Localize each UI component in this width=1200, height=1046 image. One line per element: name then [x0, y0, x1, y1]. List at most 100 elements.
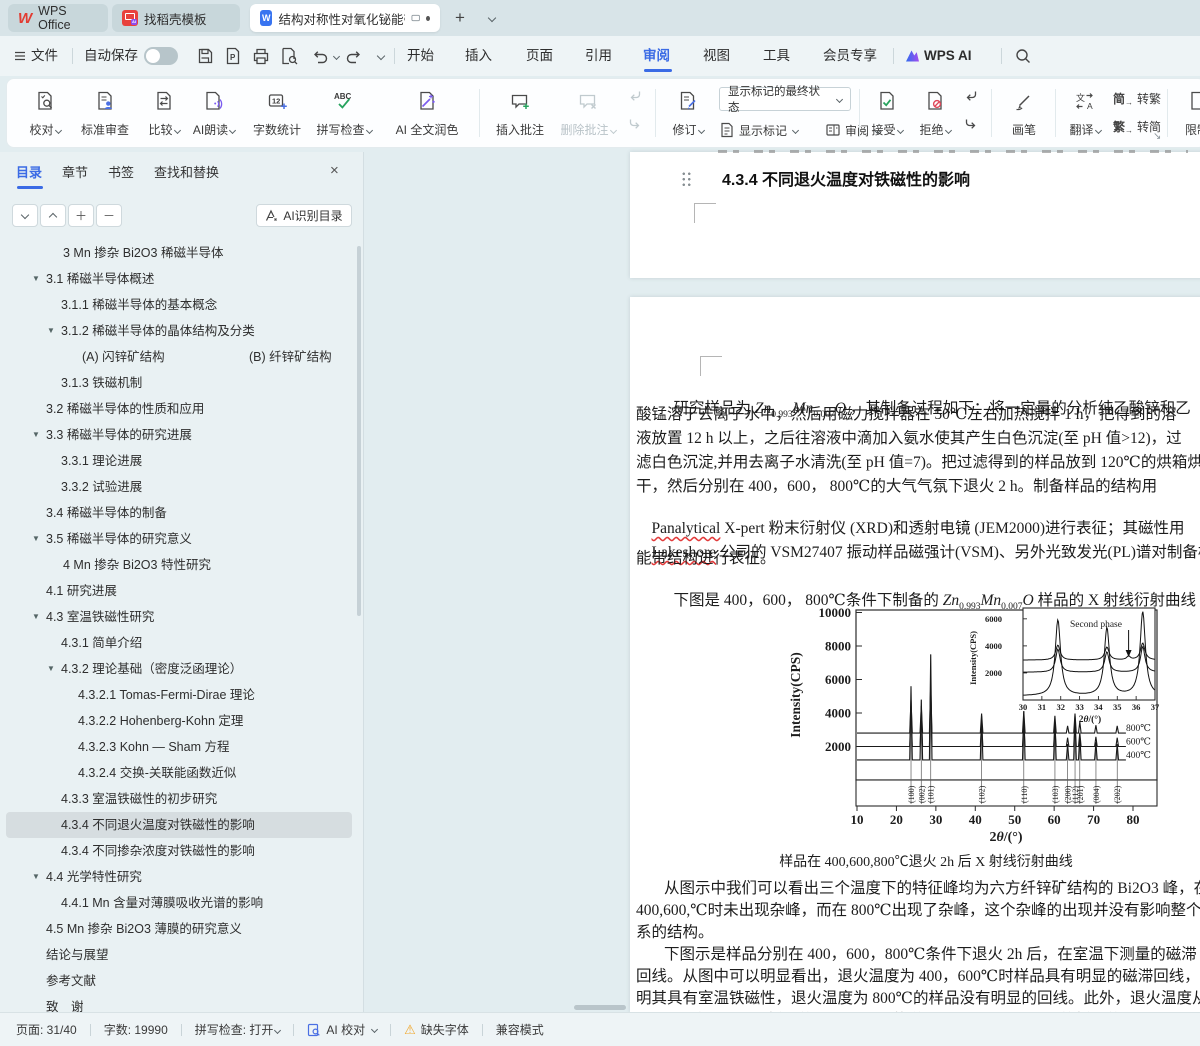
- toc-item[interactable]: ▼3.3 稀磁半导体的研究进展: [6, 422, 352, 448]
- ai-read-button[interactable]: AI朗读: [183, 83, 245, 145]
- tab-sections[interactable]: 章节: [62, 162, 88, 184]
- missing-font-warning[interactable]: ⚠ 缺失字体: [404, 1021, 469, 1038]
- tab-docer-templates[interactable]: AI 找稻壳模板: [112, 4, 240, 32]
- proofread-button[interactable]: 校对: [21, 83, 69, 145]
- collapse-arrow-icon[interactable]: ▼: [47, 656, 55, 682]
- body-line[interactable]: 系的结构。: [636, 920, 714, 942]
- toc-item[interactable]: ▼4.3 室温铁磁性研究: [6, 604, 352, 630]
- expand-all-button[interactable]: [40, 204, 66, 227]
- undo-icon[interactable]: [310, 47, 328, 65]
- toc-item[interactable]: 4.3.4 不同退火温度对铁磁性的影响: [6, 812, 352, 838]
- track-changes-button[interactable]: 修订: [663, 83, 713, 145]
- toc-item[interactable]: (A) 闪锌矿结构(B) 纤锌矿结构: [6, 344, 352, 370]
- toc-item[interactable]: 3.3.2 试验进展: [6, 474, 352, 500]
- group-expand-icon[interactable]: ↘: [1153, 131, 1161, 142]
- body-line[interactable]: 干，然后分别在 400，600， 800℃的大气气氛下退火 2 h。制备样品的结…: [636, 474, 1157, 496]
- toc-item[interactable]: 4.3.1 简单介绍: [6, 630, 352, 656]
- simplified-to-traditional-button[interactable]: 简→ 转繁: [1113, 85, 1161, 111]
- sidebar-scrollbar[interactable]: [357, 246, 361, 616]
- ai-polish-button[interactable]: AI 全文润色: [381, 83, 473, 145]
- toc-item[interactable]: 3.1.3 铁磁机制: [6, 370, 352, 396]
- zoom-in-toc-button[interactable]: ＋: [68, 204, 94, 227]
- menu-page[interactable]: 页面: [526, 36, 553, 76]
- body-line[interactable]: 从图示中我们可以看出三个温度下的特征峰均为六方纤锌矿结构的 Bi2O3 峰，在: [664, 876, 1200, 898]
- previous-comment-button[interactable]: [623, 85, 647, 107]
- toc-item[interactable]: 4.3.2.2 Hohenberg-Kohn 定理: [6, 708, 352, 734]
- collapse-all-button[interactable]: [12, 204, 38, 227]
- paragraph-drag-handle[interactable]: [681, 171, 692, 188]
- toc-item[interactable]: 4.3.2.1 Tomas-Fermi-Dirae 理论: [6, 682, 352, 708]
- undo-dropdown-icon[interactable]: [333, 53, 340, 60]
- restrict-edit-button[interactable]: 限制编辑: [1173, 83, 1200, 145]
- menu-reference[interactable]: 引用: [585, 36, 612, 76]
- zoom-out-toc-button[interactable]: －: [96, 204, 122, 227]
- body-line[interactable]: 能带结构进行表征。: [636, 546, 776, 568]
- toc-item[interactable]: 3.4 稀磁半导体的制备: [6, 500, 352, 526]
- menu-tools[interactable]: 工具: [763, 36, 790, 76]
- tab-contents[interactable]: 目录: [16, 162, 42, 184]
- toc-item[interactable]: ▼3.5 稀磁半导体的研究意义: [6, 526, 352, 552]
- insert-comment-button[interactable]: 插入批注: [489, 83, 551, 145]
- collapse-arrow-icon[interactable]: ▼: [32, 266, 40, 292]
- reading-mode-icon[interactable]: [411, 12, 420, 24]
- toc-item[interactable]: ▼4.3.2 理论基础（密度泛函理论）: [6, 656, 352, 682]
- toc-item[interactable]: 3.1.1 稀磁半导体的基本概念: [6, 292, 352, 318]
- collapse-arrow-icon[interactable]: ▼: [32, 864, 40, 890]
- toc-item[interactable]: 3 Mn 掺杂 Bi2O3 稀磁半导体: [6, 240, 352, 266]
- next-comment-button[interactable]: [623, 113, 647, 135]
- spell-check-button[interactable]: ABC 拼写检查: [309, 83, 379, 145]
- new-tab-button[interactable]: +: [448, 6, 472, 30]
- file-menu[interactable]: 文件: [14, 36, 58, 76]
- horizontal-scrollbar-thumb[interactable]: [574, 1005, 626, 1010]
- body-line[interactable]: 下图示是样品分别在 400，600，800℃条件下退火 2h 后，在室温下测量的…: [664, 942, 1197, 964]
- markup-state-select[interactable]: 显示标记的最终状态: [719, 87, 851, 111]
- menu-insert[interactable]: 插入: [465, 36, 492, 76]
- export-pdf-icon[interactable]: P: [224, 47, 242, 65]
- tab-wps-office[interactable]: W WPS Office: [8, 4, 108, 32]
- toc-item[interactable]: ▼4.4 光学特性研究: [6, 864, 352, 890]
- toc-item[interactable]: 4 Mn 掺杂 Bi2O3 特性研究: [6, 552, 352, 578]
- toc-item[interactable]: 致 谢: [6, 994, 352, 1012]
- toc-item[interactable]: ▼3.1 稀磁半导体概述: [6, 266, 352, 292]
- tab-find-replace[interactable]: 查找和替换: [154, 162, 219, 184]
- delete-comment-button[interactable]: 删除批注: [555, 83, 621, 145]
- search-icon[interactable]: [1014, 47, 1032, 65]
- toc-item[interactable]: 4.3.4 不同掺杂浓度对铁磁性的影响: [6, 838, 352, 864]
- menu-member[interactable]: 会员专享: [823, 36, 877, 76]
- ai-catalog-button[interactable]: AI识别目录: [256, 204, 352, 227]
- toc-item[interactable]: 参考文献: [6, 968, 352, 994]
- toc-item[interactable]: ▼3.1.2 稀磁半导体的晶体结构及分类: [6, 318, 352, 344]
- body-line[interactable]: 液放置 12 h 以上，之后往溶液中滴加入氨水使其产生白色沉淀(至 pH 值>1…: [636, 426, 1182, 448]
- collapse-arrow-icon[interactable]: ▼: [32, 422, 40, 448]
- body-line[interactable]: 400,600,℃时未出现杂峰，而在 800℃出现了杂峰，这个杂峰的出现并没有影…: [636, 898, 1200, 920]
- next-change-button[interactable]: [959, 113, 983, 135]
- tab-bookmarks[interactable]: 书签: [108, 162, 134, 184]
- toc-item[interactable]: 4.5 Mn 掺杂 Bi2O3 薄膜的研究意义: [6, 916, 352, 942]
- toc-item[interactable]: 3.2 稀磁半导体的性质和应用: [6, 396, 352, 422]
- save-icon[interactable]: [196, 47, 214, 65]
- toc-item[interactable]: 3.3.1 理论进展: [6, 448, 352, 474]
- print-preview-icon[interactable]: [280, 47, 298, 65]
- close-pane-icon[interactable]: ×: [330, 162, 339, 179]
- toc-item[interactable]: 4.1 研究进展: [6, 578, 352, 604]
- menu-start[interactable]: 开始: [407, 36, 434, 76]
- toc-item[interactable]: 4.3.2.4 交换-关联能函数近似: [6, 760, 352, 786]
- autosave-toggle[interactable]: [144, 47, 178, 65]
- toc-item[interactable]: 4.4.1 Mn 含量对薄膜吸收光谱的影响: [6, 890, 352, 916]
- body-line[interactable]: 滤白色沉淀,并用去离子水清洗(至 pH 值=7)。把过滤得到的样品放到 120℃…: [636, 450, 1200, 472]
- section-heading[interactable]: 4.3.4 不同退火温度对铁磁性的影响: [722, 166, 970, 190]
- reject-button[interactable]: 拒绝: [913, 83, 957, 145]
- word-count-button[interactable]: 12 字数统计: [247, 83, 307, 145]
- previous-change-button[interactable]: [959, 85, 983, 107]
- redo-icon[interactable]: [346, 47, 364, 65]
- tab-list-button[interactable]: [478, 6, 502, 30]
- compare-button[interactable]: 比较: [139, 83, 189, 145]
- body-line[interactable]: 回线。从图中可以明显看出，退火温度为 400，600℃时样品具有明显的磁滞回线，…: [636, 964, 1200, 986]
- print-icon[interactable]: [252, 47, 270, 65]
- show-markup-button[interactable]: 显示标记: [719, 117, 798, 143]
- toc-item[interactable]: 结论与展望: [6, 942, 352, 968]
- tab-current-document[interactable]: W 结构对称性对氧化铋能带的影: [250, 4, 440, 32]
- body-line[interactable]: 明其具有室温铁磁性，退火温度为 800℃的样品没有明显的回线。此外，退火温度从: [636, 986, 1200, 1008]
- brush-button[interactable]: 画笔: [999, 83, 1049, 145]
- translate-button[interactable]: 文 A 翻译: [1061, 83, 1109, 145]
